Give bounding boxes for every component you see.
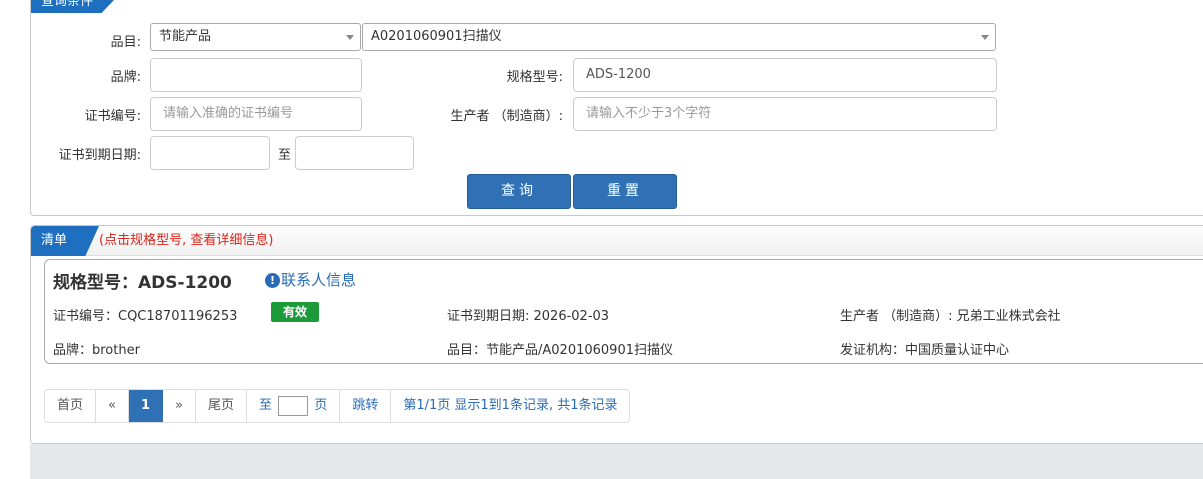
list-panel: 清单 (点击规格型号, 查看详细信息) 规格型号：ADS-1200 ! 联系人信息… [30,225,1203,444]
manufacturer-input[interactable]: 请输入不少于3个字符 [573,97,997,131]
cert-no-field: 证书编号：CQC18701196253 [53,309,238,324]
first-page-button[interactable]: 首页 [45,390,97,422]
contact-info-label: 联系人信息 [281,271,357,289]
goto-prefix: 至 [259,398,273,413]
search-button[interactable]: 查询 [467,174,571,209]
subcategory-select-value: A0201060901扫描仪 [371,29,502,44]
model-link[interactable]: 规格型号：ADS-1200 [53,268,232,293]
info-icon: ! [265,273,280,288]
category-select-value: 节能产品 [159,29,212,44]
last-page-button[interactable]: 尾页 [196,390,248,422]
jump-button[interactable]: 跳转 [340,390,392,422]
model-label: 规格型号: [506,70,563,85]
expiry-end-input[interactable] [295,136,414,170]
manufacturer-field: 生产者 （制造商）: 兄弟工业株式会社 [840,309,1061,324]
status-badge: 有效 [271,302,319,322]
result-card: 规格型号：ADS-1200 ! 联系人信息 证书编号：CQC18701196253… [44,259,1203,364]
model-input[interactable]: ADS-1200 [573,58,997,92]
category-field: 品目：节能产品/A0201060901扫描仪 [447,343,673,358]
page-summary: 第1/1页 显示1到1条记录, 共1条记录 [391,390,630,422]
query-tab: 查询条件 [31,0,115,13]
contact-info-link[interactable]: ! 联系人信息 [265,269,356,290]
cert-no-label: 证书编号: [84,109,141,124]
pagination: 首页 « 1 » 尾页 至 页 跳转 第1/1页 显示1到1条记录, 共1条记录 [44,389,631,423]
goto-page-group: 至 页 [247,390,341,422]
subcategory-select[interactable]: A0201060901扫描仪 [362,23,996,51]
expiry-label: 证书到期日期: [58,148,141,163]
brand-field: 品牌：brother [53,343,140,358]
category-label: 品目: [110,35,141,50]
goto-page-input[interactable] [278,395,309,416]
manufacturer-label: 生产者 （制造商）: [450,109,563,124]
prev-page-button[interactable]: « [96,390,129,422]
chevron-down-icon [346,35,354,40]
brand-input[interactable] [150,58,362,92]
chevron-down-icon [981,35,989,40]
goto-suffix: 页 [314,398,328,413]
page-footer-background [30,444,1203,479]
page-1-button[interactable]: 1 [128,390,164,422]
next-page-button[interactable]: » [163,390,196,422]
issuer-field: 发证机构：中国质量认证中心 [840,343,1010,358]
expiry-to-label: 至 [277,148,291,163]
cert-no-input[interactable]: 请输入准确的证书编号 [150,97,362,131]
expiry-start-input[interactable] [150,136,270,170]
category-select[interactable]: 节能产品 [150,23,361,51]
query-panel: 查询条件 品目: 节能产品 A0201060901扫描仪 品牌: 规格型号: A… [30,0,1203,216]
list-hint: (点击规格型号, 查看详细信息) [99,233,274,248]
reset-button[interactable]: 重置 [573,174,677,209]
list-tab: 清单 [31,226,99,256]
brand-label: 品牌: [110,70,141,85]
list-header: 清单 (点击规格型号, 查看详细信息) [31,226,1203,256]
expiry-field: 证书到期日期: 2026-02-03 [447,309,610,324]
